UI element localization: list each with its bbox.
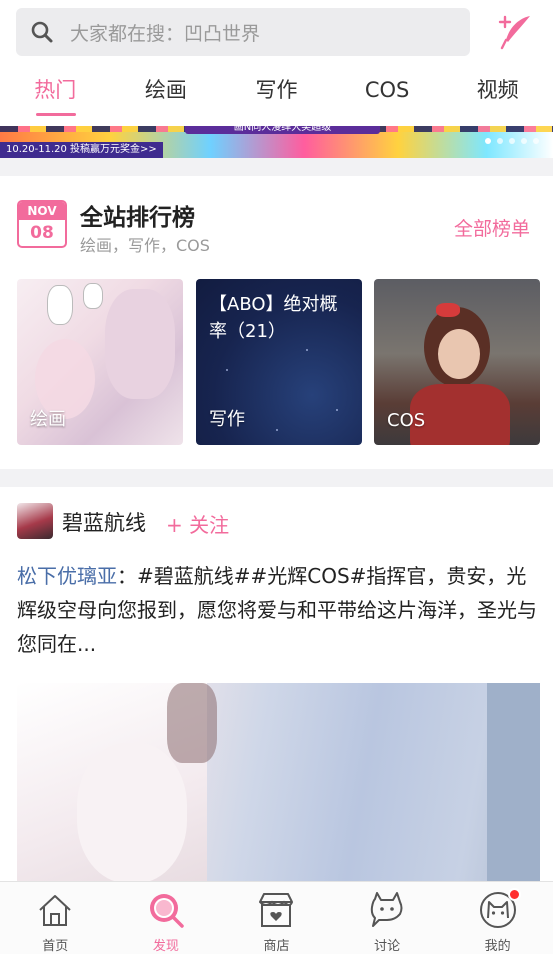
banner-dot [485,138,491,144]
search-placeholder: 大家都在搜：凹凸世界 [70,22,261,45]
ranking-item-label: 写作 [209,409,245,430]
ranking-item-cos[interactable]: COS [374,279,540,445]
star [226,369,228,371]
date-day: 08 [30,223,54,243]
tab-hot[interactable]: 热门 [0,68,111,116]
quill-icon [498,15,530,50]
tab-painting[interactable]: 绘画 [111,68,222,116]
photo-figure [436,303,460,317]
channel-avatar[interactable] [17,503,53,539]
banner-dot [509,138,515,144]
follow-button[interactable]: + 关注 [166,509,229,538]
post-text[interactable]: 松下优璃亚：#碧蓝航线##光辉COS#指挥官，贵安，光辉级空母向您报到，愿您将爱… [17,559,537,661]
ranking-item-painting[interactable]: 绘画 [17,279,183,445]
ranking-thumbnails: 绘画 【ABO】绝对概率（21） 写作 COS [17,279,540,445]
notification-dot [508,888,522,901]
photo-figure [438,329,480,379]
banner-headline: 画N同人漫绎大奖超级 [185,126,380,134]
search-bar[interactable]: 大家都在搜：凹凸世界 [16,8,470,56]
post-channel-name[interactable]: 碧蓝航线 [62,507,146,537]
banner-dot [497,138,503,144]
nav-shop[interactable]: 商店 [221,882,332,954]
nav-home[interactable]: 首页 [0,882,111,954]
feed-post: 碧蓝航线 + 关注 松下优璃亚：#碧蓝航线##光辉COS#指挥官，贵安，光辉级空… [0,487,553,881]
banner-caption: 10.20-11.20 投稿赢万元奖金>> [0,142,163,158]
nav-label: 首页 [42,939,69,954]
nav-discussion[interactable]: 讨论 [332,882,443,954]
tab-video[interactable]: 视频 [442,68,553,116]
nav-discover[interactable]: 发现 [111,882,222,954]
date-badge: NOV 08 [17,200,67,248]
header: 大家都在搜：凹凸世界 热门 绘画 写作 COS 视频 [0,0,553,126]
home-icon [39,895,71,926]
promo-banner[interactable]: 画N同人漫绎大奖超级 10.20-11.20 投稿赢万元奖金>> [0,126,553,158]
speech-bubble [47,285,73,325]
artwork-figure [105,289,175,399]
star [276,429,278,431]
ranking-item-title: 【ABO】绝对概率（21） [209,294,338,342]
nav-label: 发现 [152,939,179,954]
banner-pagination [485,138,539,144]
date-month: NOV [19,202,65,220]
tab-writing[interactable]: 写作 [221,68,332,116]
nav-profile[interactable]: 我的 [442,882,553,954]
speech-bubble [83,283,103,309]
post-image[interactable] [17,683,540,881]
discover-icon [149,894,184,928]
discussion-icon [370,892,403,927]
nav-label: 讨论 [374,939,401,954]
ranking-item-label: COS [387,410,426,431]
nav-label: 我的 [484,939,511,954]
image-region [77,743,187,881]
search-icon [30,20,54,44]
banner-dot [521,138,527,144]
publish-button[interactable] [494,12,534,52]
ranking-subtitle: 绘画，写作，COS [80,236,210,255]
ranking-item-writing[interactable]: 【ABO】绝对概率（21） 写作 [196,279,362,445]
category-tabs: 热门 绘画 写作 COS 视频 [0,68,553,116]
tab-cos[interactable]: COS [332,68,443,116]
banner-dot [533,138,539,144]
nav-label: 商店 [263,939,290,954]
ranking-card: NOV 08 全站排行榜 绘画，写作，COS 全部榜单 绘画 【ABO】绝对概率… [0,176,553,469]
bottom-navigation: 首页 发现 商店 讨论 我的 [0,881,553,954]
ranking-title: 全站排行榜 [80,205,195,231]
shop-icon [259,893,294,927]
all-rankings-link[interactable]: 全部榜单 [454,214,530,241]
post-author[interactable]: 松下优璃亚 [17,564,117,588]
image-region [167,683,217,763]
star [306,349,308,351]
image-region [487,683,540,881]
star [336,409,338,411]
ranking-item-label: 绘画 [30,409,66,430]
